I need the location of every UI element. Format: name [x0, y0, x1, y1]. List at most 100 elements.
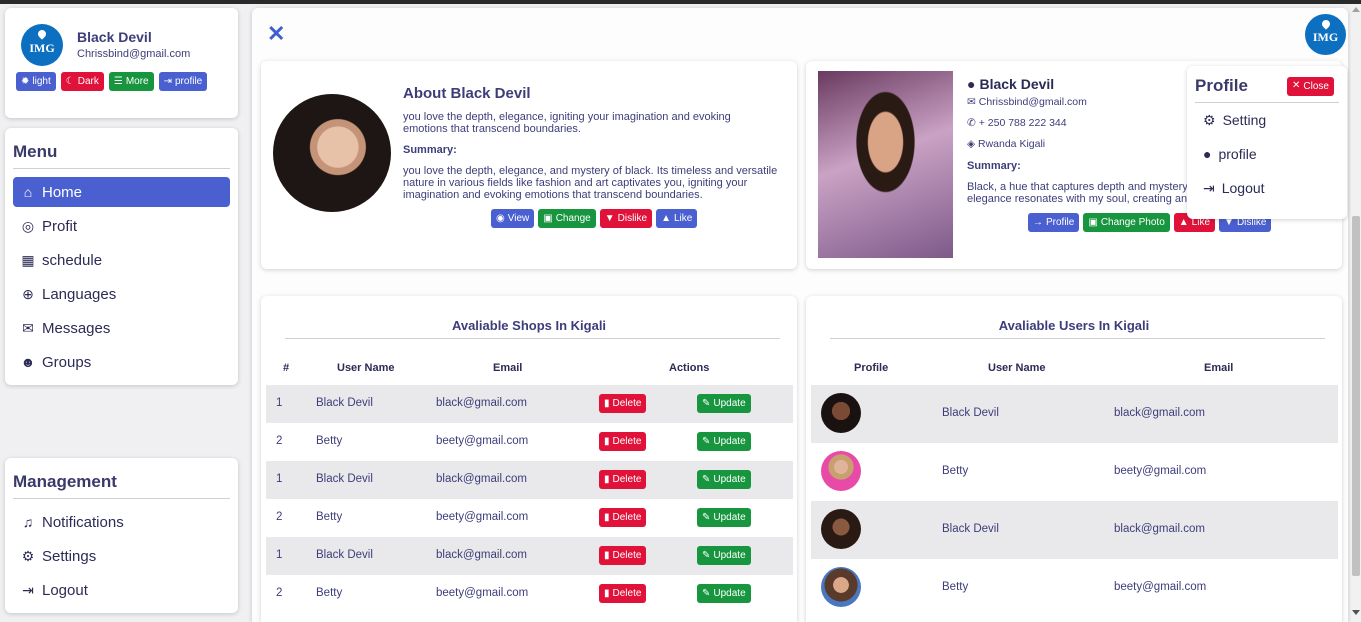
close-icon: ✕ — [1292, 80, 1301, 91]
scrollbar-thumb[interactable] — [1352, 216, 1360, 576]
menu-item-settings[interactable]: ⚙ Settings — [13, 541, 230, 571]
profile-summary: Black, a hue that captures depth and mys… — [967, 181, 1190, 205]
delete-button[interactable]: ▮ Delete — [599, 546, 647, 565]
delete-button[interactable]: ▮ Delete — [599, 508, 647, 527]
camera-icon: ▣ — [543, 212, 553, 224]
scrollbar-down-arrow[interactable] — [1352, 610, 1360, 615]
menu-item-languages[interactable]: ⊕ Languages — [13, 279, 230, 309]
about-title: About Black Devil — [403, 85, 531, 102]
menu-title: Menu — [13, 142, 230, 169]
about-text: you love the depth, elegance, igniting y… — [403, 111, 731, 135]
user-icon: ● — [1203, 146, 1212, 162]
update-button[interactable]: ✎ Update — [697, 546, 751, 565]
edit-icon: ✎ — [702, 473, 711, 485]
avatar — [821, 567, 861, 607]
user-name: Black Devil — [77, 29, 152, 45]
gear-icon: ⚙ — [1203, 111, 1216, 128]
menu-card: Menu ⌂ Home ◎ Profit ▦ schedule ⊕ Languages … — [5, 128, 238, 385]
shops-card: Avaliable Shops In Kigali # User Name Em… — [261, 296, 797, 622]
edit-icon: ✎ — [702, 587, 711, 599]
about-summary: you love the depth, elegance, and myster… — [403, 165, 778, 201]
browser-top-edge — [0, 0, 1361, 4]
shops-col-email: Email — [493, 362, 523, 374]
sun-icon: ✹ — [21, 75, 30, 87]
light-theme-button[interactable]: ✹ light — [16, 72, 56, 91]
menu-item-logout[interactable]: ⇥ Logout — [13, 575, 230, 605]
table-row: 2 Betty beety@gmail.com ▮ Delete ✎ Update — [266, 499, 793, 537]
shops-col-username: User Name — [337, 362, 395, 374]
profile-link-button[interactable]: → Profile — [1028, 213, 1080, 232]
camera-icon: ▣ — [1088, 216, 1098, 228]
table-row: 1 Black Devil black@gmail.com ▮ Delete ✎ U… — [266, 537, 793, 575]
table-row: Betty beety@gmail.com — [811, 443, 1338, 501]
envelope-icon: ✉ — [967, 96, 976, 108]
edit-icon: ✎ — [702, 435, 711, 447]
profile-location: ◈ Rwanda Kigali — [967, 138, 1046, 150]
users-card: Avaliable Users In Kigali Profile User N… — [806, 296, 1342, 622]
update-button[interactable]: ✎ Update — [697, 394, 751, 413]
edit-icon: ✎ — [702, 397, 711, 409]
location-icon: ◈ — [967, 138, 976, 150]
dropdown-title: Profile — [1195, 76, 1248, 95]
dropdown-item-logout[interactable]: ⇥ Logout — [1195, 171, 1339, 205]
delete-button[interactable]: ▮ Delete — [599, 394, 647, 413]
update-button[interactable]: ✎ Update — [697, 508, 751, 527]
delete-button[interactable]: ▮ Delete — [599, 432, 647, 451]
menu-item-schedule[interactable]: ▦ schedule — [13, 245, 230, 275]
management-title: Management — [13, 472, 230, 499]
dropdown-close-button[interactable]: ✕ Close — [1287, 76, 1334, 96]
menu-item-home[interactable]: ⌂ Home — [13, 177, 230, 207]
menu-item-groups[interactable]: ☻ Groups — [13, 347, 230, 377]
change-photo-button[interactable]: ▣ Change Photo — [1083, 213, 1170, 232]
arrow-right-icon: → — [1033, 216, 1043, 228]
profile-email: ✉ Chrissbind@gmail.com — [967, 96, 1087, 108]
users-title-divider — [830, 338, 1325, 339]
profile-button[interactable]: ⇥ profile — [158, 72, 208, 91]
shops-title: Avaliable Shops In Kigali — [451, 318, 607, 333]
shops-title-divider — [285, 338, 780, 339]
users-col-profile: Profile — [854, 362, 889, 374]
update-button[interactable]: ✎ Update — [697, 584, 751, 603]
edit-icon: ✎ — [702, 549, 711, 561]
gear-icon: ⚙ — [21, 547, 35, 564]
about-avatar — [273, 94, 391, 212]
coins-icon: ◎ — [21, 217, 35, 234]
avatar — [821, 509, 861, 549]
delete-button[interactable]: ▮ Delete — [599, 470, 647, 489]
more-button[interactable]: ☰ More — [108, 72, 154, 91]
thumbs-down-icon: ▼ — [604, 212, 615, 224]
change-button[interactable]: ▣ Change — [538, 209, 596, 228]
menu-item-messages[interactable]: ✉ Messages — [13, 313, 230, 343]
scrollbar-up-arrow[interactable] — [1352, 7, 1360, 12]
trash-icon: ▮ — [604, 587, 610, 599]
menu-icon: ☰ — [113, 75, 123, 87]
users-title: Avaliable Users In Kigali — [998, 318, 1150, 333]
update-button[interactable]: ✎ Update — [697, 432, 751, 451]
table-row: Betty beety@gmail.com — [811, 559, 1338, 617]
thumbs-up-icon: ▲ — [1178, 216, 1189, 228]
like-button[interactable]: ▲ Like — [656, 209, 698, 228]
profile-photo — [818, 71, 953, 258]
dark-theme-button[interactable]: ☾ Dark — [60, 72, 104, 91]
dislike-button[interactable]: ▼ Dislike — [599, 209, 653, 228]
delete-button[interactable]: ▮ Delete — [599, 584, 647, 603]
management-card: Management ♫ Notifications ⚙ Settings ⇥ Log… — [5, 458, 238, 613]
menu-item-profit[interactable]: ◎ Profit — [13, 211, 230, 241]
close-icon[interactable]: ✕ — [267, 21, 285, 47]
update-button[interactable]: ✎ Update — [697, 470, 751, 489]
shops-col-num: # — [283, 362, 290, 374]
dropdown-item-setting[interactable]: ⚙ Setting — [1195, 103, 1339, 137]
bell-icon: ♫ — [22, 514, 34, 530]
menu-item-notifications[interactable]: ♫ Notifications — [13, 507, 230, 537]
phone-icon: ✆ — [967, 117, 976, 129]
scrollbar[interactable] — [1351, 4, 1361, 622]
header-logo[interactable]: IMG — [1305, 14, 1346, 55]
sign-out-icon: ⇥ — [163, 75, 172, 87]
trash-icon: ▮ — [604, 511, 610, 523]
view-button[interactable]: ◉ View — [491, 209, 535, 228]
table-row: 2 Betty beety@gmail.com ▮ Delete ✎ Update — [266, 423, 793, 461]
users-icon: ☻ — [20, 354, 36, 370]
users-col-username: User Name — [988, 362, 1046, 374]
trash-icon: ▮ — [604, 473, 610, 485]
dropdown-item-profile[interactable]: ● profile — [1195, 137, 1339, 171]
